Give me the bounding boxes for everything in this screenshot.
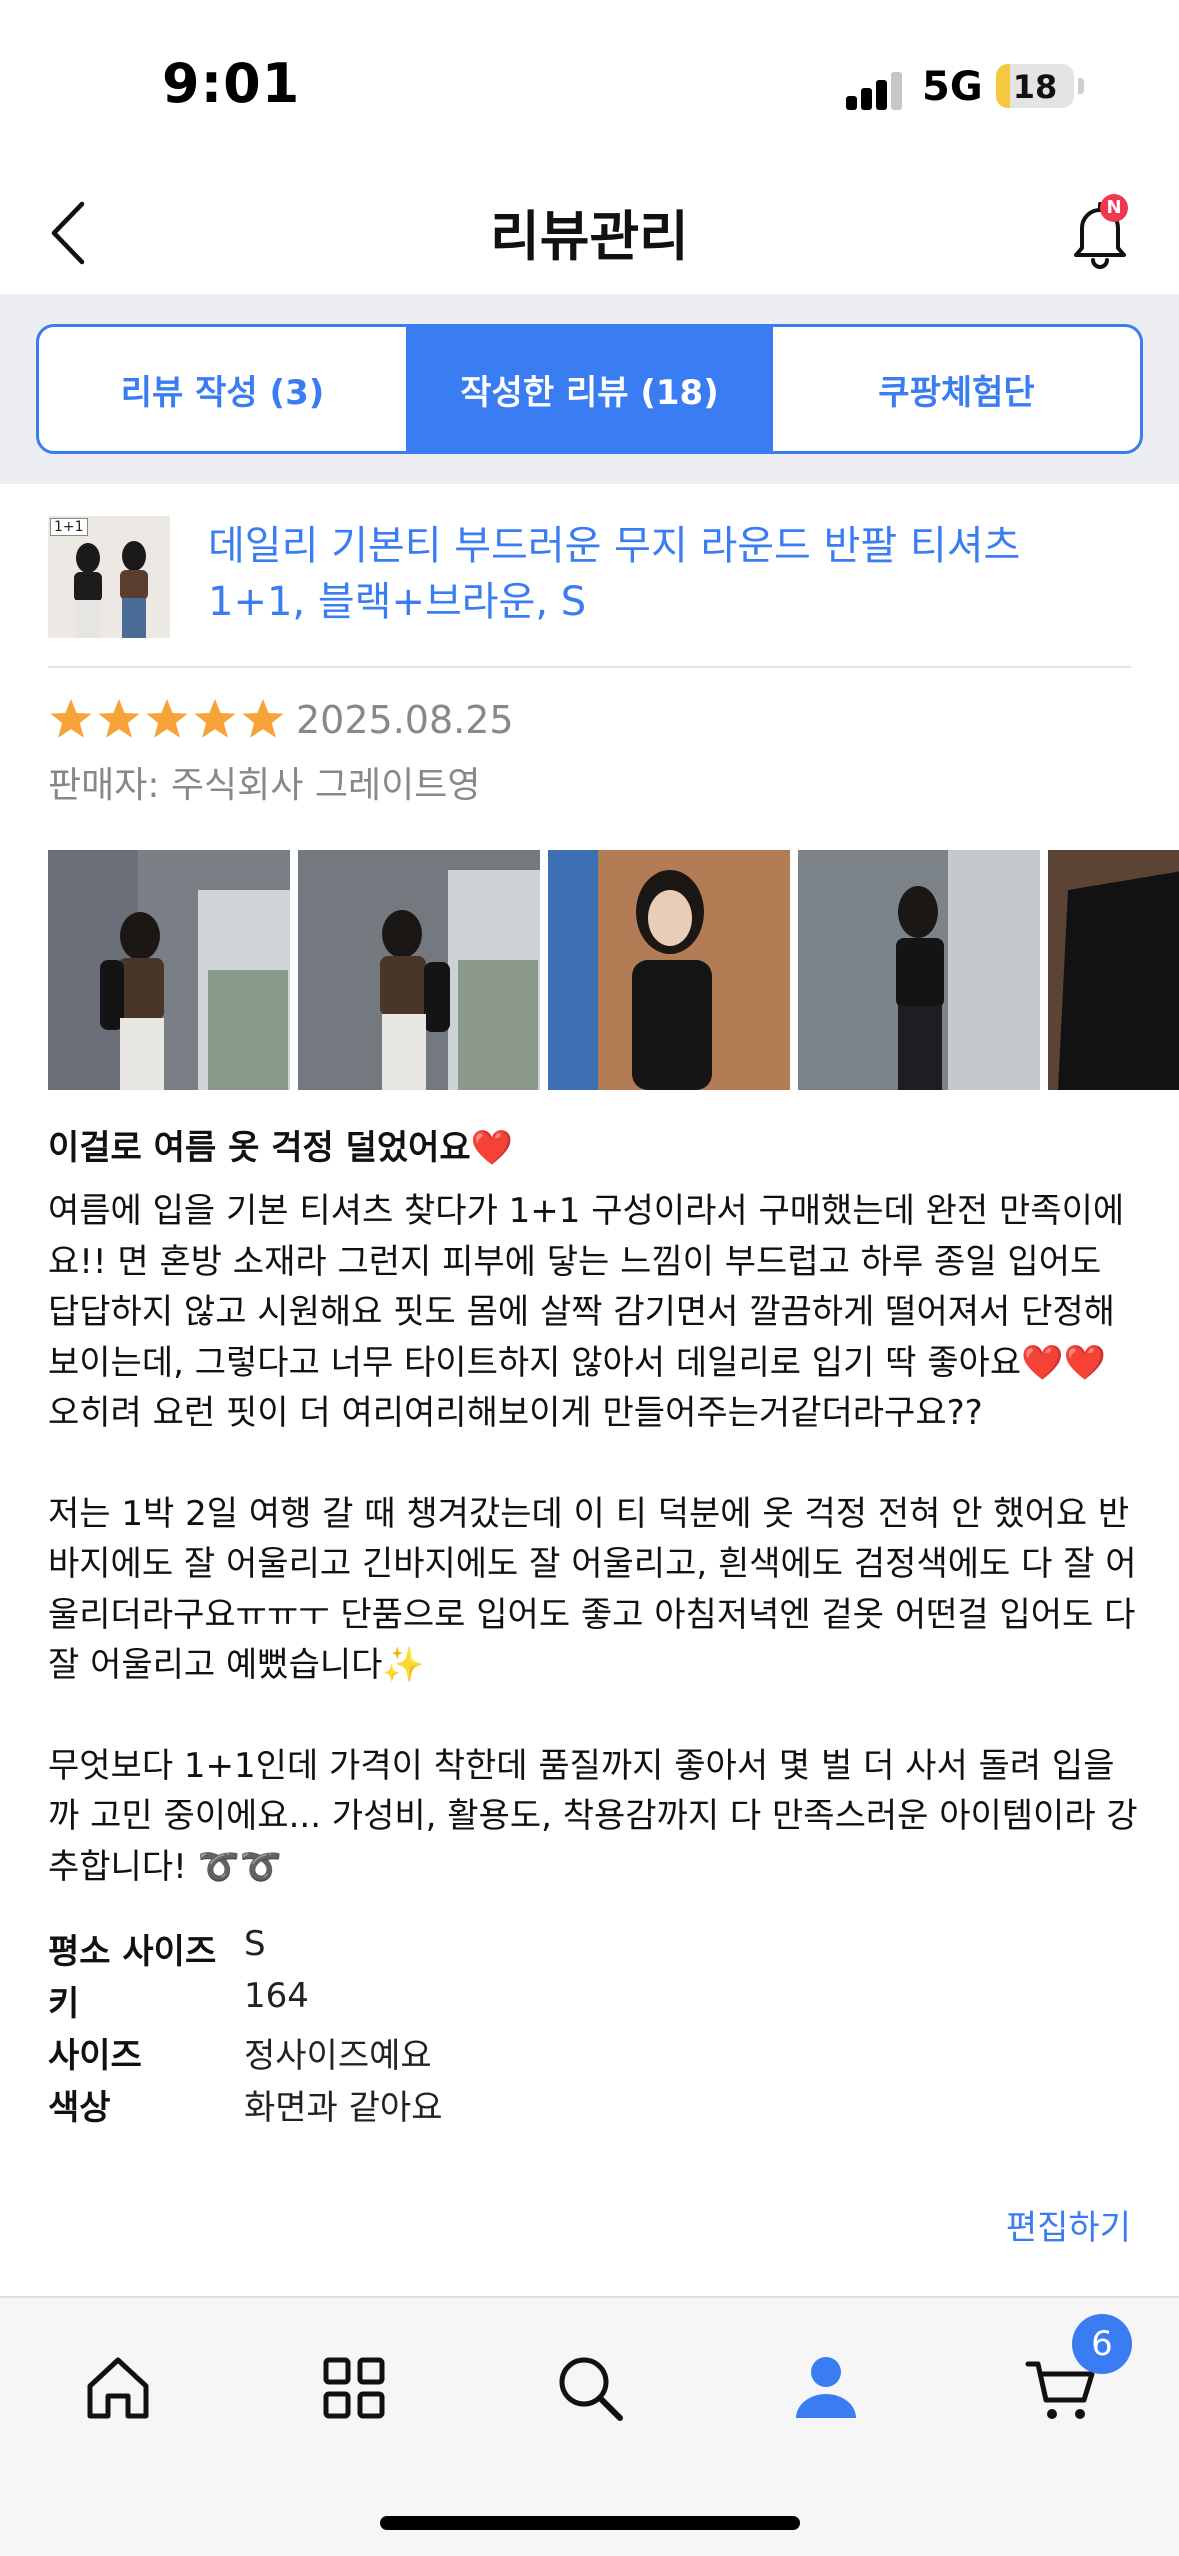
star-icon — [194, 699, 236, 738]
grid-icon — [323, 2357, 385, 2419]
battery-cap — [1078, 78, 1084, 94]
home-indicator[interactable] — [380, 2516, 800, 2530]
spec-value: S — [244, 1924, 266, 1964]
spec-row: 색상 화면과 같아요 — [48, 2080, 748, 2132]
cart-count-badge: 6 — [1072, 2314, 1132, 2374]
notification-badge: N — [1100, 194, 1128, 222]
status-time: 9:01 — [162, 52, 301, 115]
nav-search[interactable] — [550, 2348, 630, 2428]
home-icon — [87, 2357, 149, 2419]
spec-row: 사이즈 정사이즈예요 — [48, 2028, 748, 2080]
product-title-link[interactable]: 데일리 기본티 부드러운 무지 라운드 반팔 티셔츠 1+1, 블랙+브라운, … — [208, 518, 1128, 630]
review-photo[interactable] — [798, 850, 1040, 1090]
seller-name: 판매자: 주식회사 그레이트영 — [48, 765, 481, 806]
signal-icon — [846, 70, 904, 110]
battery-icon: 18 — [996, 64, 1074, 108]
review-photo[interactable] — [48, 850, 290, 1090]
review-date: 2025.08.25 — [296, 698, 514, 742]
product-row[interactable]: 1+1 데일리 기본티 부드러운 무지 라운드 반팔 티셔츠 1+1, 블랙+브… — [48, 516, 1131, 666]
spec-key: 사이즈 — [48, 2036, 142, 2076]
header: 리뷰관리 N — [0, 170, 1179, 294]
review-paragraph: 저는 1박 2일 여행 갈 때 챙겨갔는데 이 티 덕분에 옷 걱정 전혀 안 … — [48, 1493, 1137, 1686]
spec-row: 평소 사이즈 S — [48, 1924, 748, 1976]
divider — [48, 666, 1131, 668]
battery-level: 18 — [1012, 68, 1058, 106]
spec-row: 키 164 — [48, 1976, 748, 2028]
search-icon — [559, 2357, 623, 2421]
star-rating — [48, 696, 286, 742]
review-paragraph: 무엇보다 1+1인데 가격이 착한데 품질까지 좋아서 몇 벌 더 사서 돌려 … — [48, 1745, 1138, 1887]
spec-key: 키 — [48, 1984, 80, 2024]
review-specs: 평소 사이즈 S 키 164 사이즈 정사이즈예요 색상 화면과 같아요 — [48, 1924, 748, 2132]
review-headline: 이걸로 여름 옷 걱정 덜었어요❤️ — [48, 1128, 514, 1168]
nav-categories[interactable] — [314, 2348, 394, 2428]
page-title: 리뷰관리 — [490, 205, 689, 268]
tab-bar: 리뷰 작성 (3) 작성한 리뷰 (18) 쿠팡체험단 — [36, 324, 1143, 454]
product-thumbnail[interactable]: 1+1 — [48, 516, 170, 638]
spec-key: 평소 사이즈 — [48, 1932, 217, 1972]
review-photo[interactable] — [1048, 850, 1179, 1090]
network-type: 5G — [922, 64, 983, 110]
spec-value: 164 — [244, 1976, 309, 2016]
spec-value: 화면과 같아요 — [244, 2088, 443, 2128]
product-thumb-tag: 1+1 — [50, 518, 88, 536]
profile-icon — [796, 2357, 856, 2418]
review-body: 여름에 입을 기본 티셔츠 찾다가 1+1 구성이라서 구매했는데 완전 만족이… — [48, 1186, 1138, 1892]
nav-home[interactable] — [78, 2348, 158, 2428]
review-photo-strip[interactable] — [48, 850, 1179, 1090]
tab-write-review[interactable]: 리뷰 작성 (3) — [39, 327, 406, 451]
spec-value: 정사이즈예요 — [244, 2036, 432, 2076]
spec-key: 색상 — [48, 2088, 111, 2128]
star-icon — [50, 699, 92, 738]
edit-review-link[interactable]: 편집하기 — [1006, 2200, 1131, 2249]
nav-my-page[interactable] — [786, 2348, 866, 2428]
status-bar: 9:01 5G 18 — [0, 0, 1179, 170]
review-paragraph: 여름에 입을 기본 티셔츠 찾다가 1+1 구성이라서 구매했는데 완전 만족이… — [48, 1191, 1125, 1433]
tab-coupang-experience[interactable]: 쿠팡체험단 — [773, 327, 1140, 451]
tab-bar-wrapper: 리뷰 작성 (3) 작성한 리뷰 (18) 쿠팡체험단 — [0, 294, 1179, 484]
review-photo[interactable] — [548, 850, 790, 1090]
tab-written-reviews[interactable]: 작성한 리뷰 (18) — [406, 327, 773, 451]
review-photo[interactable] — [298, 850, 540, 1090]
star-icon — [98, 699, 140, 738]
star-icon — [146, 699, 188, 738]
star-icon — [242, 699, 284, 738]
